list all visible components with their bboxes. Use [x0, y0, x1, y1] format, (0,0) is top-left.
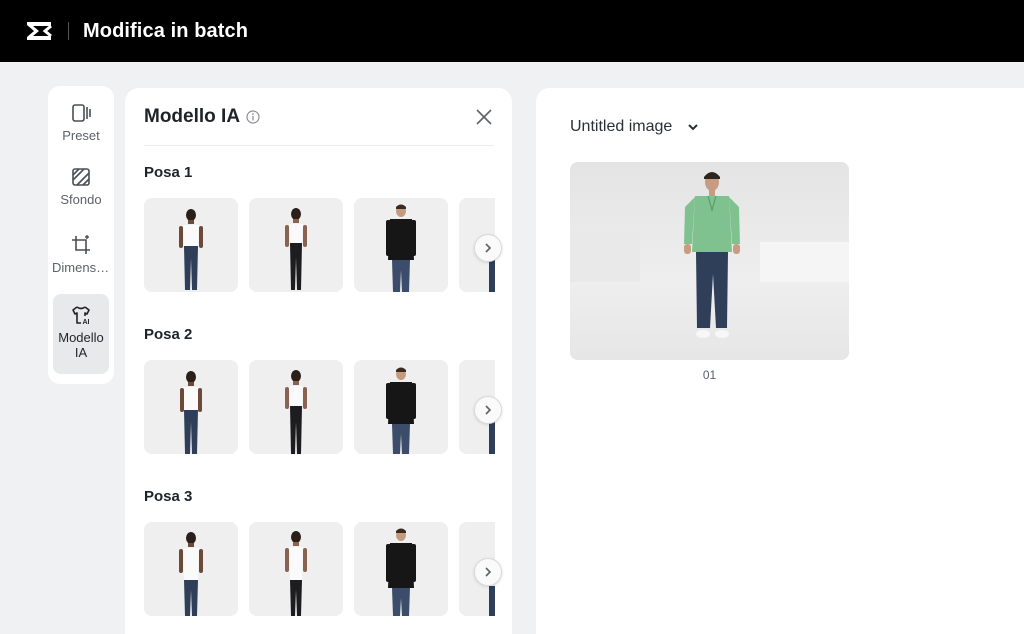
model-woman-thumbnail	[249, 360, 343, 454]
carousel-next-button[interactable]	[474, 234, 502, 262]
pose-section-label: Posa 2	[144, 326, 193, 343]
model-man-thumbnail	[354, 522, 448, 616]
crop-resize-icon	[72, 235, 90, 254]
carousel-next-button[interactable]	[474, 396, 502, 424]
model-woman-thumbnail	[144, 360, 238, 454]
preview-index-label: 01	[702, 368, 717, 382]
rail-item-label: Preset	[62, 128, 100, 143]
background-icon	[72, 168, 90, 186]
pose-thumbnail[interactable]	[354, 360, 448, 454]
pose-thumbnail[interactable]	[354, 198, 448, 292]
top-bar: Modifica in batch	[0, 0, 1024, 62]
preview-model-image	[570, 162, 849, 360]
close-icon[interactable]	[474, 107, 494, 127]
pose-thumbnail[interactable]	[144, 198, 238, 292]
ai-model-panel: Modello IA Posa 1 Posa 2 Posa 3	[125, 88, 512, 634]
rail-item-ai-model[interactable]: AI Modello IA	[53, 294, 109, 374]
pose-thumbnail[interactable]	[144, 522, 238, 616]
app-title: Modifica in batch	[83, 19, 249, 42]
pose-section: Posa 1	[125, 146, 512, 308]
image-name-dropdown[interactable]: Untitled image	[570, 118, 700, 136]
preset-icon	[72, 104, 91, 122]
svg-text:AI: AI	[83, 319, 90, 326]
pose-thumbnail-strip	[144, 360, 495, 454]
canvas-area: Untitled image 01	[536, 88, 1024, 634]
pose-section-label: Posa 3	[144, 488, 193, 505]
rail-item-preset[interactable]: Preset	[53, 94, 109, 158]
model-woman-thumbnail	[144, 198, 238, 292]
ai-model-shirt-icon: AI	[72, 306, 90, 326]
rail-item-background[interactable]: Sfondo	[53, 158, 109, 226]
model-man-thumbnail	[354, 360, 448, 454]
image-name: Untitled image	[570, 118, 673, 135]
tool-rail: Preset Sfondo Dimensioni AI Modello IA	[48, 86, 114, 384]
pose-thumbnail[interactable]	[249, 360, 343, 454]
rail-item-label: Sfondo	[60, 192, 102, 207]
pose-thumbnail[interactable]	[354, 522, 448, 616]
panel-title: Modello IA	[144, 106, 241, 127]
pose-section: Posa 3	[125, 470, 512, 632]
rail-item-label: Modello IA	[58, 330, 104, 360]
model-woman-thumbnail	[249, 198, 343, 292]
rail-item-label: Dimensioni	[52, 260, 110, 275]
chevron-right-icon	[485, 405, 492, 415]
image-preview[interactable]	[570, 162, 849, 360]
chevron-right-icon	[485, 567, 492, 577]
model-woman-thumbnail	[249, 522, 343, 616]
pose-thumbnail-strip	[144, 522, 495, 616]
pose-section: Posa 2	[125, 308, 512, 470]
pose-thumbnail[interactable]	[249, 522, 343, 616]
chevron-right-icon	[485, 243, 492, 253]
panel-header: Modello IA	[125, 88, 512, 146]
pose-thumbnail[interactable]	[249, 198, 343, 292]
pose-thumbnail-strip	[144, 198, 495, 292]
pose-section-label: Posa 1	[144, 164, 193, 181]
title-separator	[68, 22, 69, 40]
capcut-logo-icon[interactable]	[24, 20, 54, 42]
rail-item-dimensions[interactable]: Dimensioni	[52, 226, 110, 294]
chevron-down-icon	[688, 124, 698, 131]
model-woman-thumbnail	[144, 522, 238, 616]
model-man-thumbnail	[354, 198, 448, 292]
pose-thumbnail[interactable]	[144, 360, 238, 454]
info-icon[interactable]	[246, 110, 260, 124]
carousel-next-button[interactable]	[474, 558, 502, 586]
